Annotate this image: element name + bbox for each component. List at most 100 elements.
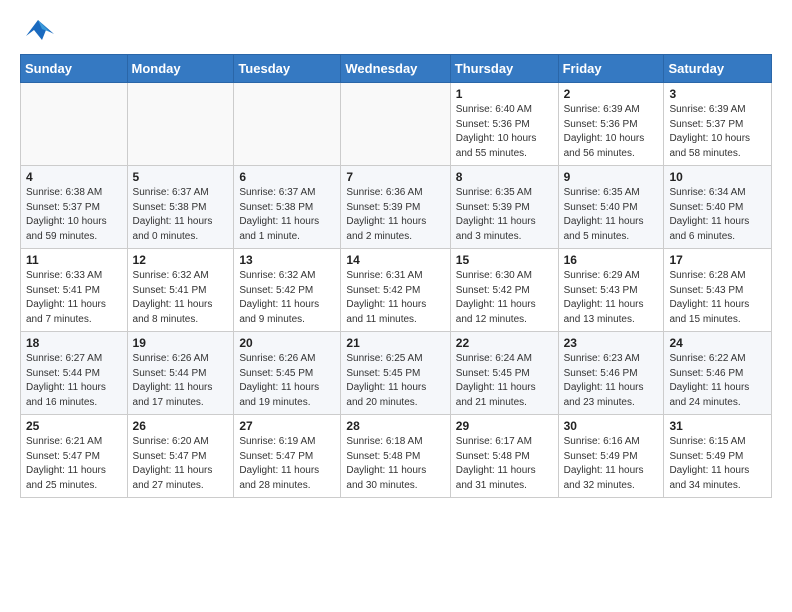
calendar-cell [234, 83, 341, 166]
day-info: Sunrise: 6:23 AMSunset: 5:46 PMDaylight:… [564, 352, 659, 410]
calendar-week-row: 4 Sunrise: 6:38 AMSunset: 5:37 PMDaylight… [21, 166, 772, 249]
calendar-cell: 5 Sunrise: 6:37 AMSunset: 5:38 PMDaylight… [127, 166, 234, 249]
calendar-cell: 24 Sunrise: 6:22 AMSunset: 5:46 PMDayligh… [664, 332, 772, 415]
day-info: Sunrise: 6:37 AMSunset: 5:38 PMDaylight:… [133, 186, 229, 244]
calendar-cell: 9Sunrise: 6:35 AMSunset: 5:40 PMDaylight… [558, 166, 664, 249]
day-info: Sunrise: 6:19 AMSunset: 5:47 PMDaylight:… [239, 435, 335, 493]
logo-icon [20, 16, 56, 46]
calendar-table: SundayMondayTuesdayWednesdayThursdayFrid… [20, 54, 772, 498]
calendar-cell: 30 Sunrise: 6:16 AMSunset: 5:49 PMDayligh… [558, 415, 664, 498]
day-info: Sunrise: 6:29 AMSunset: 5:43 PMDaylight:… [564, 269, 659, 327]
day-info: Sunrise: 6:15 AMSunset: 5:49 PMDaylight:… [669, 435, 766, 493]
day-number: 18 [26, 336, 122, 350]
day-info: Sunrise: 6:17 AMSunset: 5:48 PMDaylight:… [456, 435, 553, 493]
weekday-header: Wednesday [341, 55, 450, 83]
day-number: 27 [239, 419, 335, 433]
calendar-cell: 7 Sunrise: 6:36 AMSunset: 5:39 PMDaylight… [341, 166, 450, 249]
calendar-cell: 29 Sunrise: 6:17 AMSunset: 5:48 PMDayligh… [450, 415, 558, 498]
day-info: Sunrise: 6:31 AMSunset: 5:42 PMDaylight:… [346, 269, 444, 327]
calendar-cell: 15 Sunrise: 6:30 AMSunset: 5:42 PMDayligh… [450, 249, 558, 332]
calendar-cell: 16 Sunrise: 6:29 AMSunset: 5:43 PMDayligh… [558, 249, 664, 332]
day-number: 14 [346, 253, 444, 267]
calendar-cell: 3Sunrise: 6:39 AMSunset: 5:37 PMDaylight… [664, 83, 772, 166]
calendar-week-row: 1 Sunrise: 6:40 AMSunset: 5:36 PMDaylight… [21, 83, 772, 166]
weekday-header: Thursday [450, 55, 558, 83]
day-info: Sunrise: 6:25 AMSunset: 5:45 PMDaylight:… [346, 352, 444, 410]
day-number: 15 [456, 253, 553, 267]
day-number: 7 [346, 170, 444, 184]
page: SundayMondayTuesdayWednesdayThursdayFrid… [0, 0, 792, 514]
day-number: 8 [456, 170, 553, 184]
header [20, 16, 772, 46]
day-info: Sunrise: 6:32 AMSunset: 5:41 PMDaylight:… [133, 269, 229, 327]
calendar-cell: 11Sunrise: 6:33 AMSunset: 5:41 PMDayligh… [21, 249, 128, 332]
calendar-cell: 18 Sunrise: 6:27 AMSunset: 5:44 PMDayligh… [21, 332, 128, 415]
calendar-cell: 20 Sunrise: 6:26 AMSunset: 5:45 PMDayligh… [234, 332, 341, 415]
day-number: 13 [239, 253, 335, 267]
day-number: 12 [133, 253, 229, 267]
day-info: Sunrise: 6:24 AMSunset: 5:45 PMDaylight:… [456, 352, 553, 410]
calendar-cell: 21 Sunrise: 6:25 AMSunset: 5:45 PMDayligh… [341, 332, 450, 415]
calendar-cell: 25Sunrise: 6:21 AMSunset: 5:47 PMDayligh… [21, 415, 128, 498]
day-info: Sunrise: 6:39 AMSunset: 5:36 PMDaylight:… [564, 103, 659, 161]
calendar-cell: 8 Sunrise: 6:35 AMSunset: 5:39 PMDaylight… [450, 166, 558, 249]
day-number: 2 [564, 87, 659, 101]
calendar-cell: 19 Sunrise: 6:26 AMSunset: 5:44 PMDayligh… [127, 332, 234, 415]
day-info: Sunrise: 6:30 AMSunset: 5:42 PMDaylight:… [456, 269, 553, 327]
day-info: Sunrise: 6:20 AMSunset: 5:47 PMDaylight:… [133, 435, 229, 493]
calendar-cell: 28Sunrise: 6:18 AMSunset: 5:48 PMDayligh… [341, 415, 450, 498]
day-info: Sunrise: 6:37 AMSunset: 5:38 PMDaylight:… [239, 186, 335, 244]
day-number: 30 [564, 419, 659, 433]
calendar-week-row: 18 Sunrise: 6:27 AMSunset: 5:44 PMDayligh… [21, 332, 772, 415]
day-number: 31 [669, 419, 766, 433]
day-number: 6 [239, 170, 335, 184]
day-number: 20 [239, 336, 335, 350]
weekday-header: Monday [127, 55, 234, 83]
day-info: Sunrise: 6:28 AMSunset: 5:43 PMDaylight:… [669, 269, 766, 327]
calendar-cell: 23 Sunrise: 6:23 AMSunset: 5:46 PMDayligh… [558, 332, 664, 415]
calendar-cell: 27 Sunrise: 6:19 AMSunset: 5:47 PMDayligh… [234, 415, 341, 498]
weekday-header: Tuesday [234, 55, 341, 83]
calendar-cell: 14 Sunrise: 6:31 AMSunset: 5:42 PMDayligh… [341, 249, 450, 332]
day-info: Sunrise: 6:26 AMSunset: 5:44 PMDaylight:… [133, 352, 229, 410]
day-number: 10 [669, 170, 766, 184]
calendar-cell: 26Sunrise: 6:20 AMSunset: 5:47 PMDayligh… [127, 415, 234, 498]
day-info: Sunrise: 6:32 AMSunset: 5:42 PMDaylight:… [239, 269, 335, 327]
day-number: 23 [564, 336, 659, 350]
weekday-header: Saturday [664, 55, 772, 83]
day-number: 25 [26, 419, 122, 433]
day-info: Sunrise: 6:27 AMSunset: 5:44 PMDaylight:… [26, 352, 122, 410]
day-info: Sunrise: 6:26 AMSunset: 5:45 PMDaylight:… [239, 352, 335, 410]
day-info: Sunrise: 6:22 AMSunset: 5:46 PMDaylight:… [669, 352, 766, 410]
day-number: 29 [456, 419, 553, 433]
day-number: 17 [669, 253, 766, 267]
calendar-cell: 10 Sunrise: 6:34 AMSunset: 5:40 PMDayligh… [664, 166, 772, 249]
day-number: 24 [669, 336, 766, 350]
day-number: 1 [456, 87, 553, 101]
day-info: Sunrise: 6:40 AMSunset: 5:36 PMDaylight:… [456, 103, 553, 161]
day-info: Sunrise: 6:16 AMSunset: 5:49 PMDaylight:… [564, 435, 659, 493]
day-info: Sunrise: 6:39 AMSunset: 5:37 PMDaylight:… [669, 103, 766, 161]
weekday-header-row: SundayMondayTuesdayWednesdayThursdayFrid… [21, 55, 772, 83]
day-number: 16 [564, 253, 659, 267]
day-info: Sunrise: 6:18 AMSunset: 5:48 PMDaylight:… [346, 435, 444, 493]
day-number: 21 [346, 336, 444, 350]
calendar-cell: 6 Sunrise: 6:37 AMSunset: 5:38 PMDaylight… [234, 166, 341, 249]
day-number: 5 [133, 170, 229, 184]
calendar-cell: 4 Sunrise: 6:38 AMSunset: 5:37 PMDaylight… [21, 166, 128, 249]
day-info: Sunrise: 6:34 AMSunset: 5:40 PMDaylight:… [669, 186, 766, 244]
calendar-cell: 13 Sunrise: 6:32 AMSunset: 5:42 PMDayligh… [234, 249, 341, 332]
calendar-cell [127, 83, 234, 166]
calendar-cell [341, 83, 450, 166]
day-number: 19 [133, 336, 229, 350]
day-number: 11 [26, 253, 122, 267]
day-info: Sunrise: 6:35 AMSunset: 5:40 PMDaylight:… [564, 186, 659, 244]
day-info: Sunrise: 6:36 AMSunset: 5:39 PMDaylight:… [346, 186, 444, 244]
day-info: Sunrise: 6:38 AMSunset: 5:37 PMDaylight:… [26, 186, 122, 244]
day-number: 22 [456, 336, 553, 350]
day-info: Sunrise: 6:35 AMSunset: 5:39 PMDaylight:… [456, 186, 553, 244]
weekday-header: Friday [558, 55, 664, 83]
calendar-cell: 17 Sunrise: 6:28 AMSunset: 5:43 PMDayligh… [664, 249, 772, 332]
day-number: 4 [26, 170, 122, 184]
calendar-week-row: 11Sunrise: 6:33 AMSunset: 5:41 PMDayligh… [21, 249, 772, 332]
